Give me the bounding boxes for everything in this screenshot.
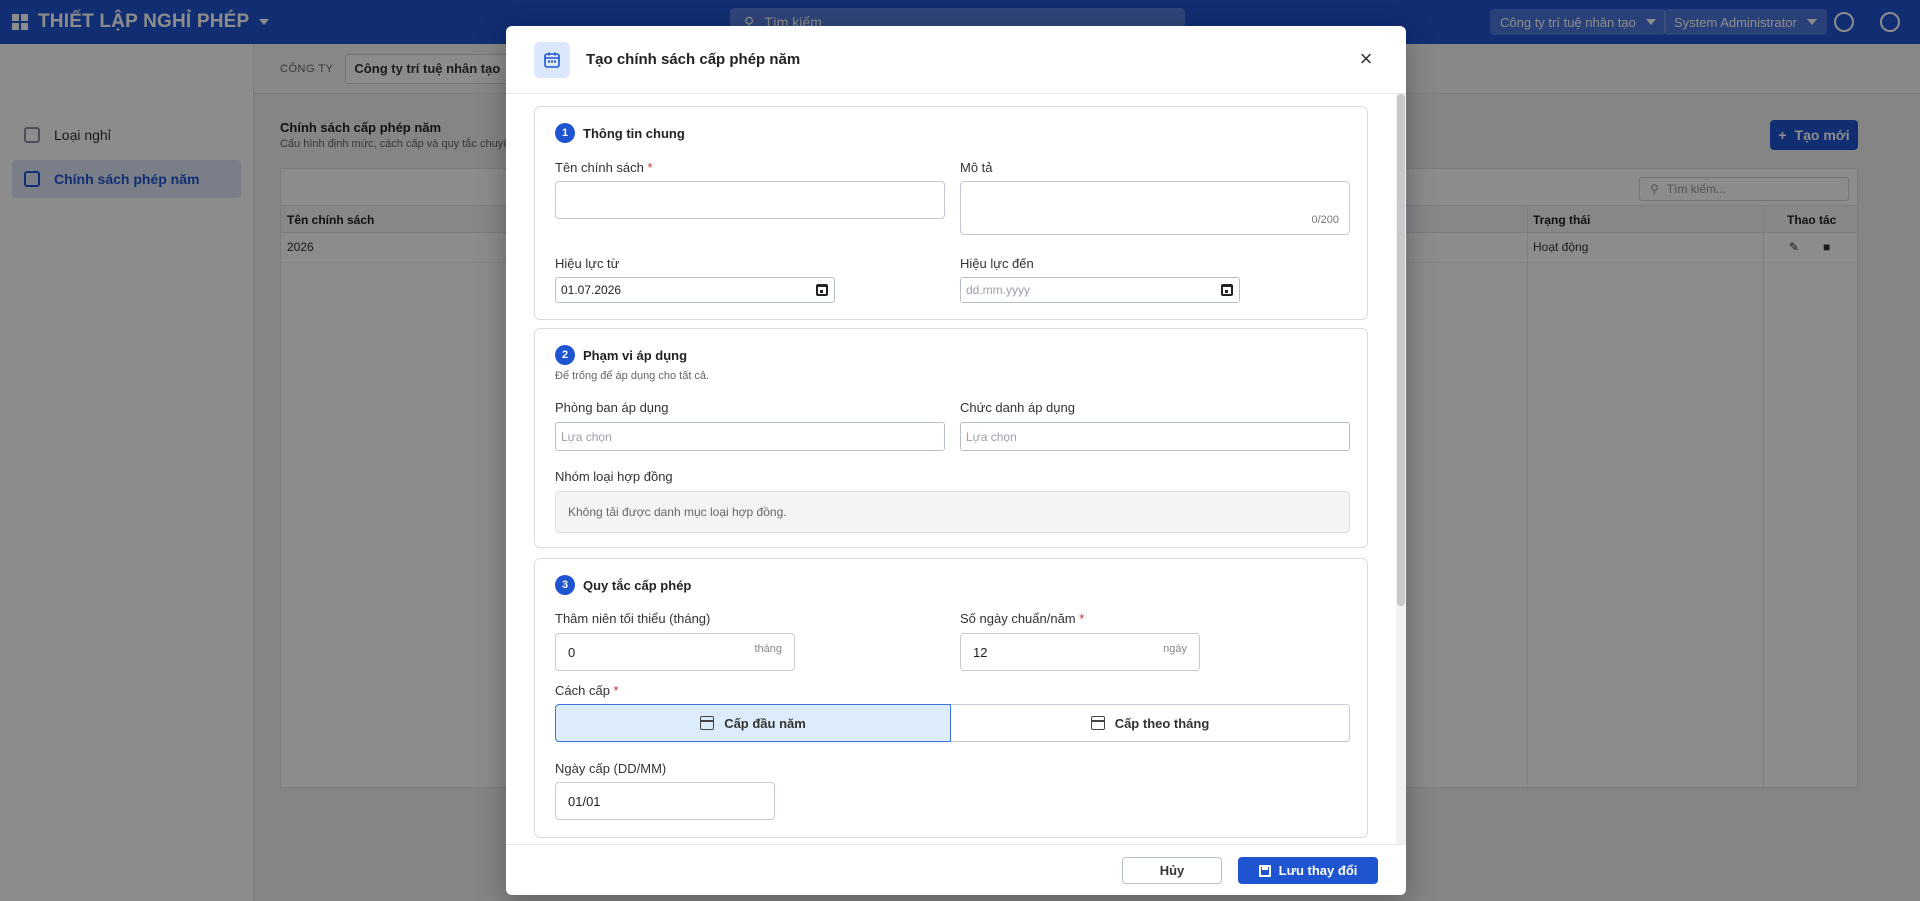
days-per-year-suffix: ngày: [1163, 643, 1187, 655]
create-policy-dialog: Tạo chính sách cấp phép năm × 1 Thông ti…: [506, 26, 1406, 895]
section-scope: 2 Phạm vi áp dụng Để trống để áp dụng ch…: [534, 328, 1368, 548]
calendar-icon: [700, 716, 715, 730]
description-textarea[interactable]: 0/200: [960, 181, 1350, 235]
effective-to-date-input[interactable]: dd.mm.yyyy: [960, 277, 1240, 303]
section-general-info: 1 Thông tin chung Tên chính sách * Mô tả…: [534, 106, 1368, 320]
dialog-header: Tạo chính sách cấp phép năm ×: [506, 26, 1406, 94]
close-icon[interactable]: ×: [1356, 48, 1376, 70]
save-icon: [1258, 864, 1271, 877]
dialog-scrollbar[interactable]: [1396, 94, 1406, 844]
department-select[interactable]: Lựa chọn: [555, 422, 945, 451]
days-per-year-label-text: Số ngày chuẩn/năm: [960, 611, 1076, 626]
dialog-title: Tạo chính sách cấp phép năm: [586, 51, 801, 68]
calendar-icon: [534, 41, 570, 78]
grant-method-start-of-year[interactable]: Cấp đầu năm: [555, 704, 951, 742]
required-mark: *: [613, 683, 619, 698]
section-title: Quy tắc cấp phép: [583, 577, 692, 593]
job-title-placeholder: Lựa chọn: [966, 429, 1017, 444]
description-label: Mô tả: [960, 160, 993, 175]
section-header: 2 Phạm vi áp dụng: [555, 345, 687, 365]
section-title: Thông tin chung: [583, 125, 685, 141]
effective-to-placeholder: dd.mm.yyyy: [966, 283, 1031, 297]
char-counter: 0/200: [1311, 214, 1339, 226]
effective-from-value: 01.07.2026: [561, 283, 622, 297]
department-placeholder: Lựa chọn: [561, 429, 612, 444]
policy-name-label: Tên chính sách *: [555, 160, 653, 175]
step-number: 2: [555, 345, 575, 365]
min-seniority-input[interactable]: 0 tháng: [555, 633, 795, 671]
contract-group-label: Nhóm loại hợp đồng: [555, 469, 673, 484]
section-header: 3 Quy tắc cấp phép: [555, 575, 691, 595]
section-title: Phạm vi áp dụng: [583, 347, 688, 363]
effective-to-label: Hiệu lực đến: [960, 256, 1034, 271]
required-mark: *: [647, 160, 653, 175]
scrollbar-thumb[interactable]: [1397, 94, 1405, 606]
policy-name-label-text: Tên chính sách: [555, 160, 644, 175]
grant-method-monthly[interactable]: Cấp theo tháng: [951, 704, 1350, 742]
grant-date-input[interactable]: 01/01: [555, 782, 775, 820]
grant-method-option-label: Cấp đầu năm: [724, 715, 806, 731]
required-mark: *: [1079, 611, 1085, 626]
days-per-year-value: 12: [973, 644, 988, 660]
section-grant-rules: 3 Quy tắc cấp phép Thâm niên tối thiểu (…: [534, 558, 1368, 838]
scope-hint: Để trống để áp dụng cho tất cả.: [555, 370, 710, 382]
calendar-icon: [1090, 716, 1105, 730]
save-button[interactable]: Lưu thay đổi: [1238, 857, 1378, 884]
min-seniority-suffix: tháng: [754, 643, 782, 655]
grant-method-label: Cách cấp *: [555, 683, 619, 698]
grant-date-label: Ngày cấp (DD/MM): [555, 761, 667, 776]
policy-name-input[interactable]: [555, 181, 945, 219]
save-button-label: Lưu thay đổi: [1278, 863, 1358, 878]
grant-method-label-text: Cách cấp: [555, 683, 610, 698]
section-header: 1 Thông tin chung: [555, 123, 685, 143]
calendar-icon[interactable]: [1221, 284, 1233, 296]
min-seniority-label: Thâm niên tối thiểu (tháng): [555, 611, 711, 626]
dialog-footer: Hủy Lưu thay đổi: [506, 844, 1406, 895]
effective-from-label: Hiệu lực từ: [555, 256, 620, 271]
days-per-year-input[interactable]: 12 ngày: [960, 633, 1200, 671]
step-number: 1: [555, 123, 575, 143]
grant-method-option-label: Cấp theo tháng: [1114, 715, 1210, 731]
job-title-label: Chức danh áp dụng: [960, 400, 1075, 415]
min-seniority-value: 0: [568, 644, 576, 660]
days-per-year-label: Số ngày chuẩn/năm *: [960, 611, 1084, 626]
cancel-button[interactable]: Hủy: [1122, 857, 1222, 884]
contract-group-load-error: Không tải được danh mục loại hợp đồng.: [555, 491, 1350, 533]
step-number: 3: [555, 575, 575, 595]
job-title-select[interactable]: Lựa chọn: [960, 422, 1350, 451]
calendar-icon[interactable]: [816, 284, 828, 296]
effective-from-date-input[interactable]: 01.07.2026: [555, 277, 835, 303]
department-label: Phòng ban áp dụng: [555, 400, 669, 415]
dialog-body: 1 Thông tin chung Tên chính sách * Mô tả…: [506, 94, 1406, 844]
